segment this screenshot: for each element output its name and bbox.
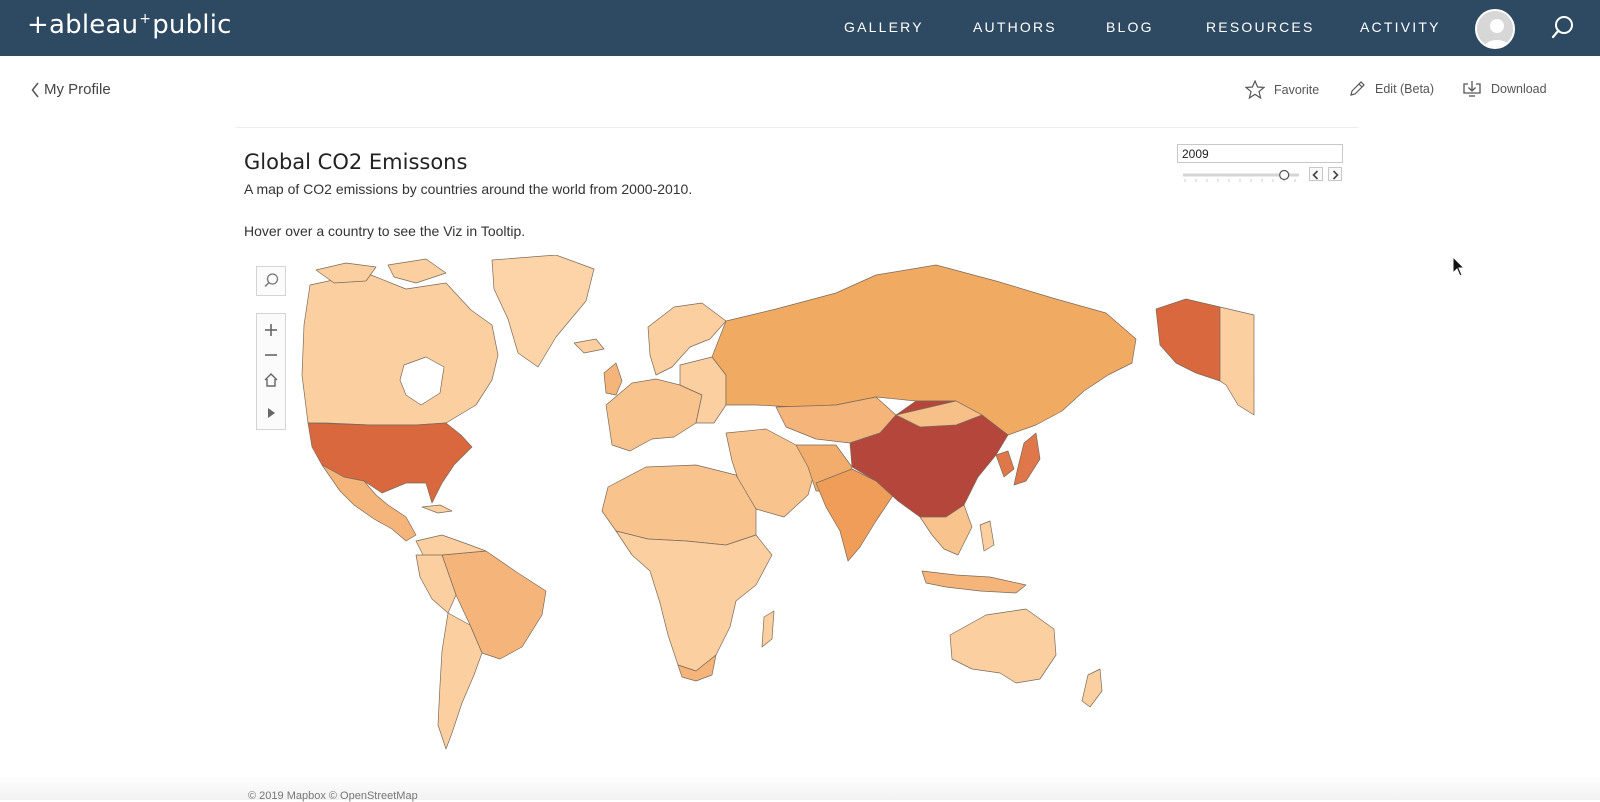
divider: [236, 127, 1358, 128]
back-label: My Profile: [44, 81, 111, 98]
nav-authors[interactable]: AUTHORS: [973, 19, 1057, 35]
year-slider[interactable]: [1183, 168, 1299, 186]
nav-resources[interactable]: RESOURCES: [1206, 19, 1314, 35]
download-label: Download: [1491, 82, 1547, 96]
reset-map-button[interactable]: [257, 367, 285, 393]
nav-activity[interactable]: ACTIVITY: [1360, 19, 1441, 35]
user-avatar[interactable]: [1475, 9, 1515, 49]
nav-gallery[interactable]: GALLERY: [844, 19, 924, 35]
logo-text-part: +ableau: [27, 10, 139, 40]
favorite-label: Favorite: [1274, 82, 1320, 97]
map-attribution: © 2019 Mapbox © OpenStreetMap: [248, 790, 418, 802]
back-to-profile-link[interactable]: My Profile: [31, 81, 111, 98]
edit-beta-button[interactable]: Edit (Beta): [1348, 80, 1434, 98]
favorite-button[interactable]: Favorite: [1245, 80, 1319, 99]
pencil-icon: [1350, 81, 1365, 96]
year-next-button[interactable]: [1328, 167, 1342, 181]
co2-world-map[interactable]: [256, 255, 1280, 770]
zoom-in-button[interactable]: [257, 317, 285, 343]
plus-icon: [265, 324, 277, 336]
download-icon: [1463, 81, 1481, 97]
zoom-out-button[interactable]: [257, 342, 285, 368]
avatar-silhouette-icon: [1477, 11, 1513, 47]
expand-toolbar-button[interactable]: [257, 400, 285, 426]
top-navigation-bar: +ableau+public GALLERY AUTHORS BLOG RESO…: [0, 0, 1600, 56]
search-icon: [264, 273, 279, 287]
tableau-public-logo[interactable]: +ableau+public: [27, 10, 232, 40]
mouse-pointer-icon: [1452, 256, 1466, 277]
logo-text-part: public: [152, 10, 232, 40]
search-icon[interactable]: [1550, 14, 1576, 40]
map-zoom-controls: [256, 313, 286, 430]
slider-ticks: [1184, 179, 1296, 182]
logo-spark: +: [139, 11, 152, 27]
minus-icon: [265, 354, 277, 356]
home-icon: [264, 373, 278, 387]
slider-thumb[interactable]: [1279, 169, 1290, 181]
viz-subtitle: A map of CO2 emissions by countries arou…: [244, 181, 693, 197]
nav-blog[interactable]: BLOG: [1106, 19, 1154, 35]
chevron-right-icon: [1332, 170, 1339, 180]
edit-label: Edit (Beta): [1375, 82, 1435, 96]
viz-hint: Hover over a country to see the Viz in T…: [244, 223, 526, 239]
star-icon: [1245, 80, 1265, 99]
viz-title: Global CO2 Emissons: [244, 150, 468, 174]
chevron-left-icon: [1312, 170, 1319, 180]
bottom-fade: [0, 775, 1600, 800]
play-arrow-icon: [268, 408, 275, 418]
chevron-left-icon: [31, 82, 39, 97]
year-previous-button[interactable]: [1309, 167, 1323, 181]
download-button[interactable]: Download: [1462, 80, 1547, 98]
map-search-button[interactable]: [256, 266, 286, 296]
year-filter-value[interactable]: 2009: [1177, 144, 1343, 163]
